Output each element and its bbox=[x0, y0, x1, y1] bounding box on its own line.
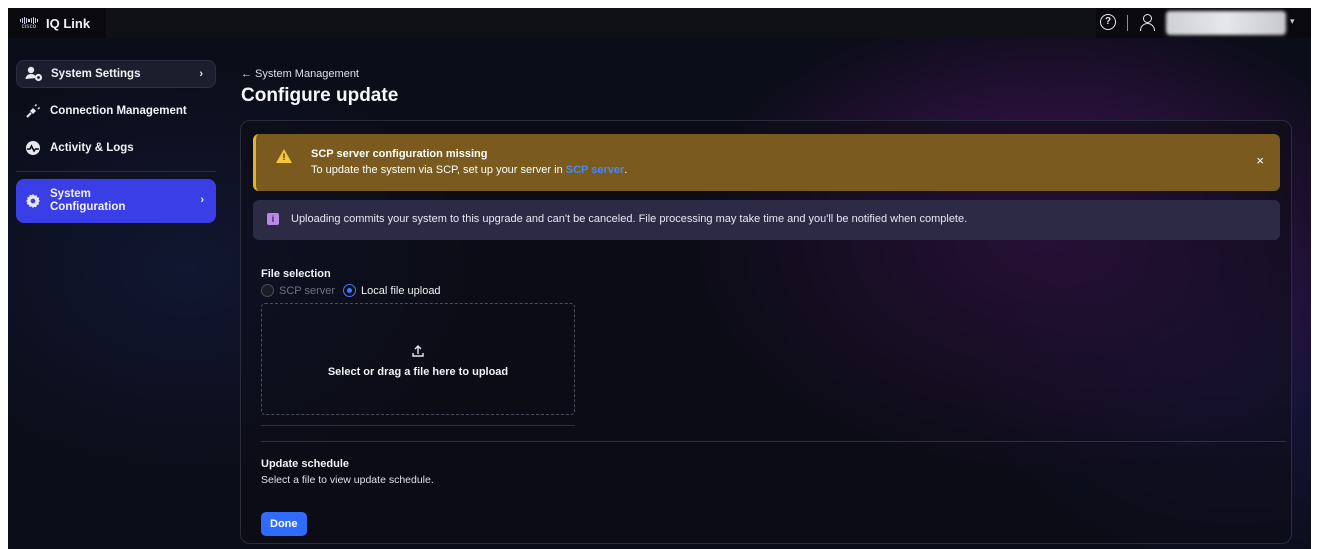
sidebar-item-label: Connection Management bbox=[50, 105, 187, 117]
user-icon[interactable] bbox=[1140, 13, 1156, 31]
app-name: IQ Link bbox=[46, 16, 91, 31]
warning-message: To update the system via SCP, set up you… bbox=[311, 164, 627, 176]
app-logo[interactable]: cisco IQ Link bbox=[18, 16, 90, 31]
cisco-logo-icon: cisco bbox=[18, 16, 40, 31]
info-icon: i bbox=[267, 213, 279, 225]
sidebar-item-system-settings[interactable]: System Settings › bbox=[16, 60, 216, 88]
local-file-upload-radio-label[interactable]: Local file upload bbox=[361, 285, 441, 297]
chevron-down-icon[interactable]: ▾ bbox=[1290, 16, 1295, 27]
top-bar-strip bbox=[106, 8, 1096, 38]
file-source-radio-group: SCP server Local file upload bbox=[261, 284, 449, 297]
dropzone-divider bbox=[261, 425, 575, 426]
activity-icon bbox=[24, 139, 42, 157]
sidebar-item-system-configuration[interactable]: System Configuration › bbox=[16, 179, 216, 223]
breadcrumb-back-link[interactable]: ← System Management bbox=[241, 68, 359, 80]
dropzone-text: Select or drag a file here to upload bbox=[327, 366, 509, 378]
sidebar-item-label-line1: System bbox=[50, 188, 91, 200]
sidebar-item-label: Activity & Logs bbox=[50, 142, 134, 154]
cisco-wordmark: cisco bbox=[21, 23, 37, 30]
help-icon[interactable]: ? bbox=[1100, 14, 1116, 30]
warning-message-text: To update the system via SCP, set up you… bbox=[311, 164, 566, 176]
user-name-redacted[interactable] bbox=[1166, 11, 1286, 35]
close-icon[interactable]: × bbox=[1256, 153, 1264, 168]
sidebar-item-label: System Configuration bbox=[50, 188, 125, 214]
file-selection-label: File selection bbox=[261, 268, 331, 280]
scp-server-radio-label[interactable]: SCP server bbox=[279, 285, 335, 297]
scp-server-link[interactable]: SCP server bbox=[566, 164, 625, 176]
user-settings-icon bbox=[25, 65, 43, 83]
warning-message-suffix: . bbox=[624, 164, 628, 176]
section-divider bbox=[261, 441, 1286, 442]
app-window: cisco IQ Link ? ▾ System Settings › Conn… bbox=[8, 8, 1311, 549]
warning-banner: ! SCP server configuration missing To up… bbox=[253, 134, 1280, 191]
scp-server-radio[interactable] bbox=[261, 284, 274, 297]
chevron-right-icon: › bbox=[199, 68, 203, 80]
local-file-upload-radio[interactable] bbox=[343, 284, 357, 297]
page-title: Configure update bbox=[241, 85, 399, 106]
configure-update-card: ! SCP server configuration missing To up… bbox=[240, 120, 1292, 544]
update-schedule-subtitle: Select a file to view update schedule. bbox=[261, 474, 434, 486]
sidebar-item-label: System Settings bbox=[51, 68, 141, 80]
warning-title: SCP server configuration missing bbox=[311, 148, 488, 160]
header-divider bbox=[1127, 15, 1128, 31]
info-message: Uploading commits your system to this up… bbox=[291, 213, 968, 225]
info-banner: i Uploading commits your system to this … bbox=[253, 200, 1280, 240]
sidebar-item-activity-logs[interactable]: Activity & Logs bbox=[16, 134, 216, 162]
chevron-right-icon: › bbox=[200, 194, 204, 206]
sidebar-item-connection-management[interactable]: Connection Management bbox=[16, 97, 216, 125]
done-button[interactable]: Done bbox=[261, 512, 307, 536]
sidebar-divider bbox=[16, 171, 216, 172]
warning-icon: ! bbox=[276, 149, 292, 163]
upload-icon bbox=[262, 344, 574, 363]
top-bar: cisco IQ Link ? ▾ bbox=[8, 8, 1311, 38]
plug-icon bbox=[24, 102, 42, 120]
file-dropzone[interactable]: Select or drag a file here to upload bbox=[261, 303, 575, 415]
update-schedule-title: Update schedule bbox=[261, 458, 350, 470]
gear-icon bbox=[24, 192, 42, 210]
sidebar-item-label-line2: Configuration bbox=[50, 201, 126, 213]
sidebar: System Settings › Connection Management … bbox=[16, 60, 216, 232]
